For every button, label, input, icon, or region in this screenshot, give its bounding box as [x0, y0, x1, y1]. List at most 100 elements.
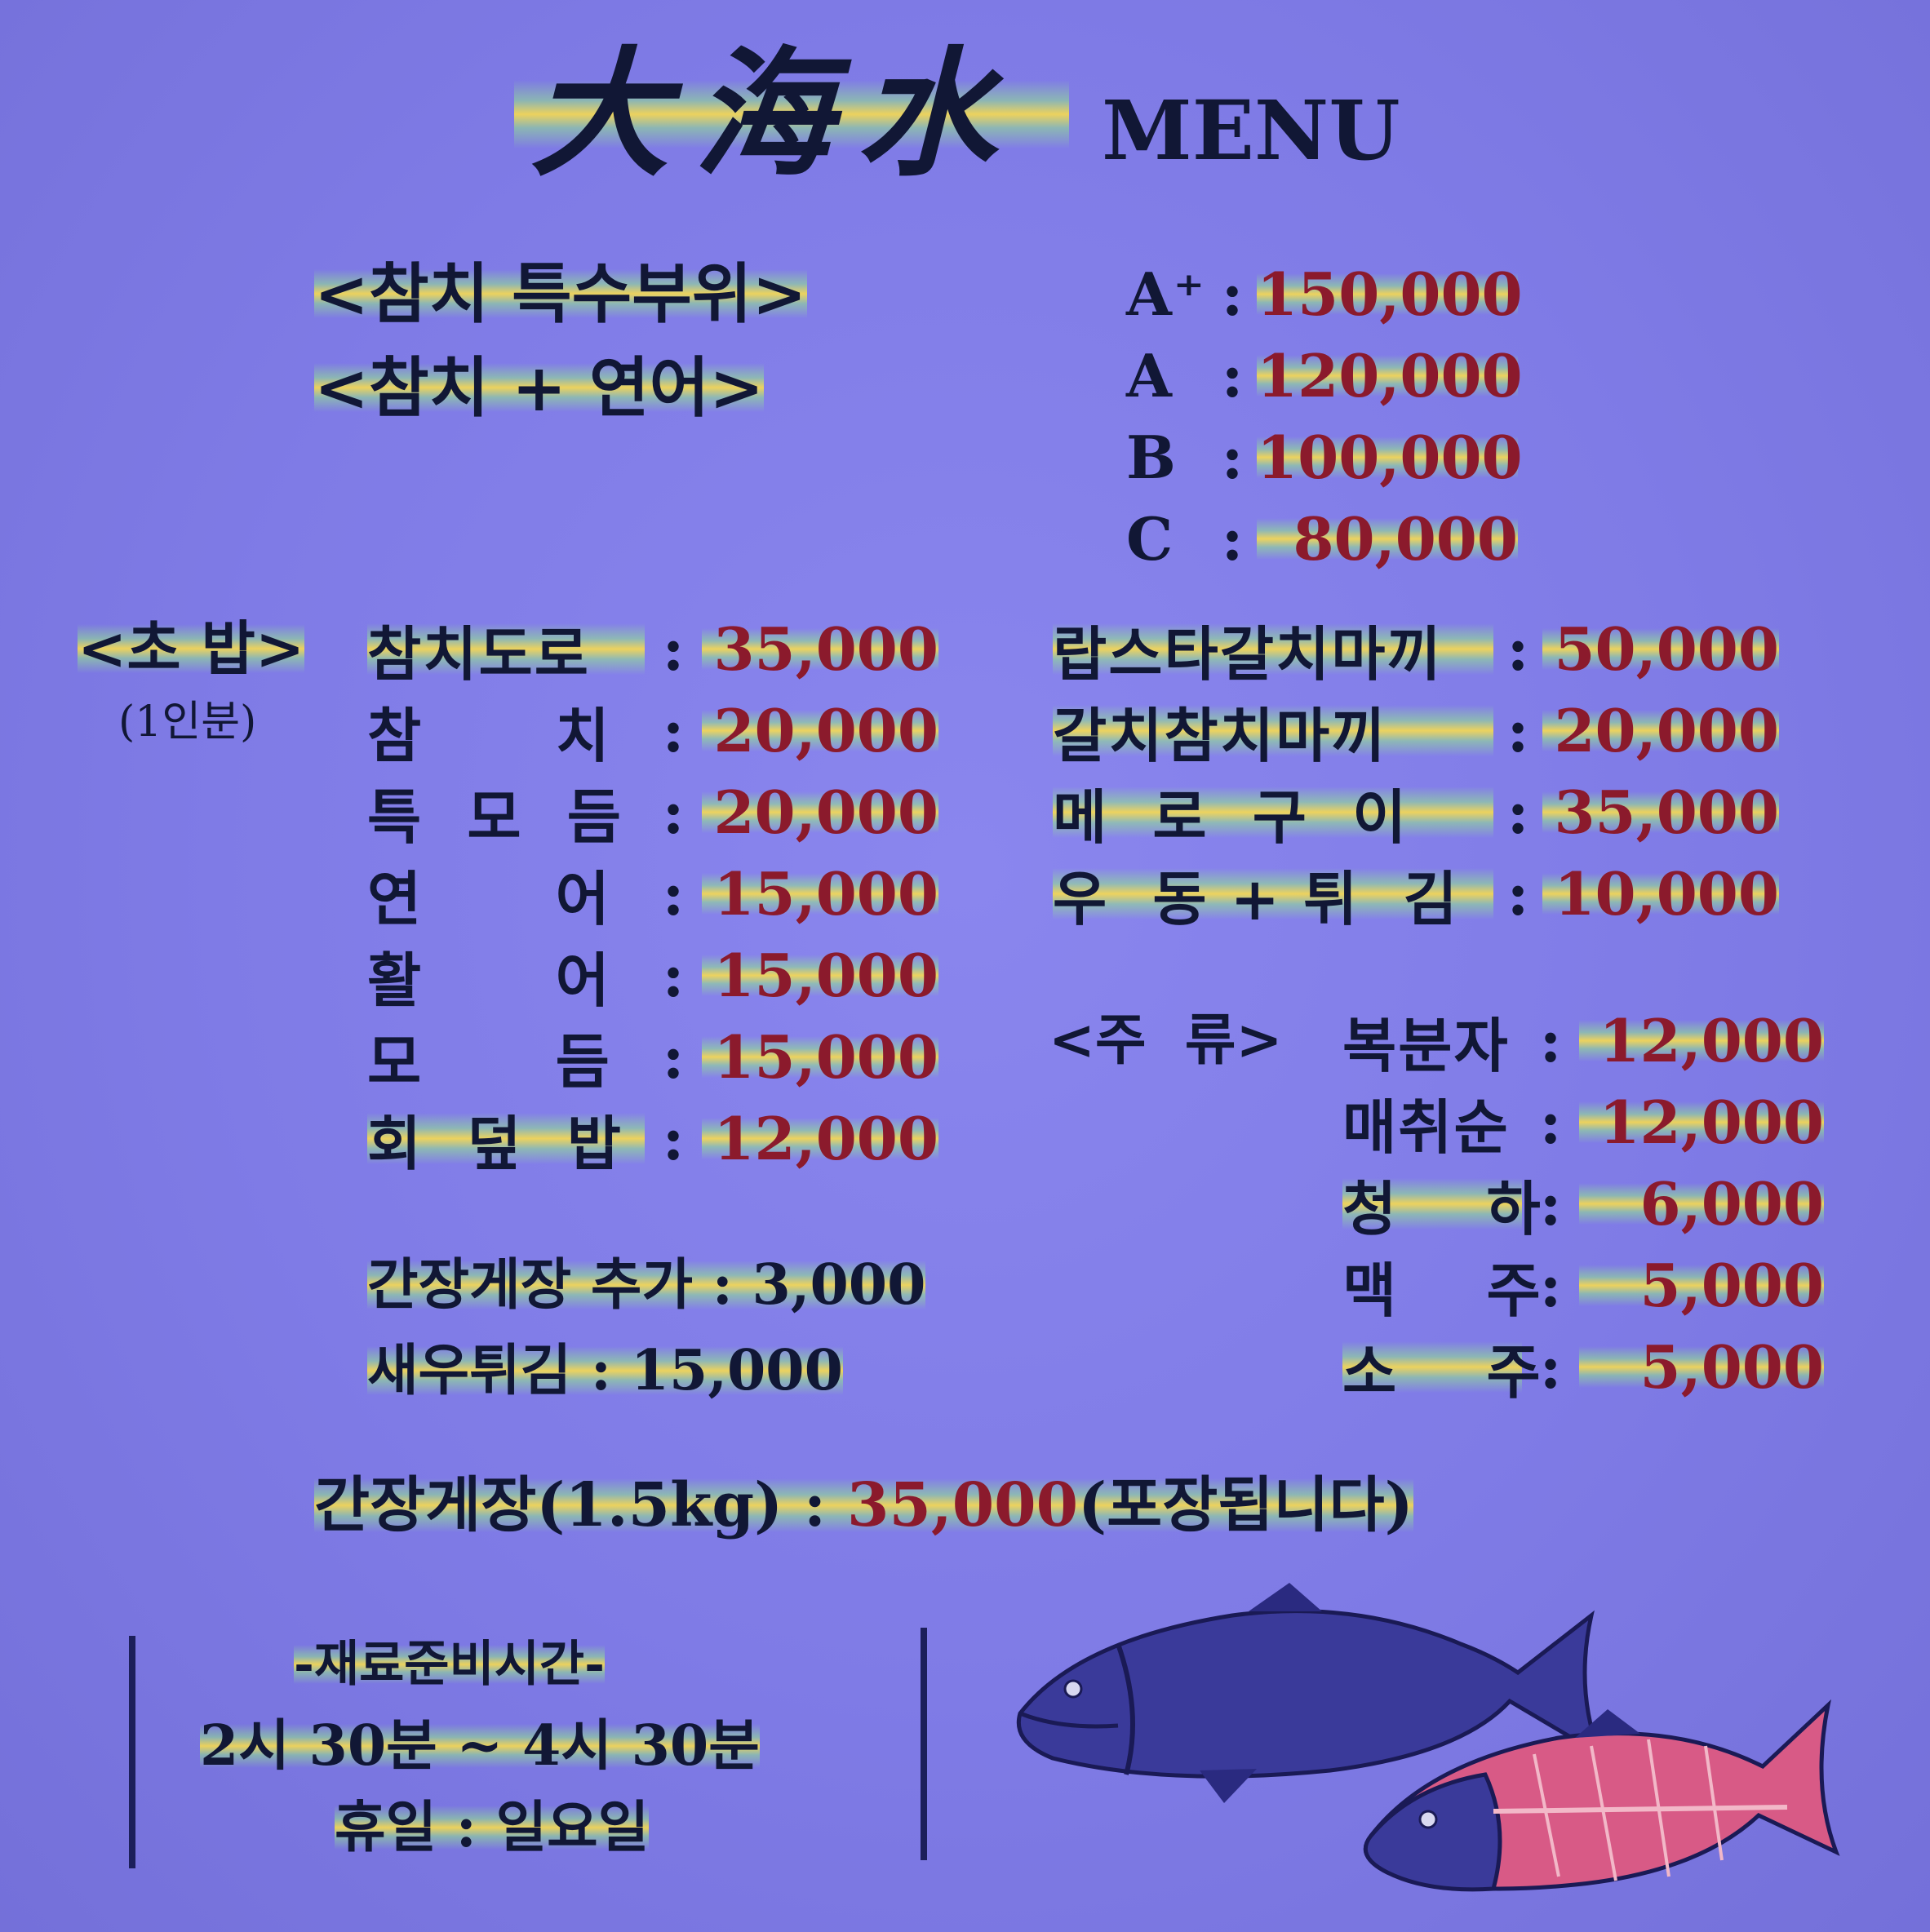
menu-row: 연 어 : 15,000 [367, 853, 938, 934]
drink-price: 6,000 [1579, 1168, 1824, 1239]
menu-item-name: 모 듬 [367, 1026, 611, 1097]
menu-item-price: 12,000 [702, 1103, 938, 1173]
menu-row: 우 동 + 튀 김 : 10,000 [1053, 850, 1779, 937]
colon: : [1506, 777, 1529, 847]
menu-title: MENU [1102, 82, 1400, 179]
colon: : [1506, 614, 1529, 684]
colon: : [1221, 259, 1244, 329]
menu-item-price: 20,000 [702, 777, 938, 847]
menu-item-name: 특 모 듬 [367, 782, 623, 852]
takeout-label: 간장게장(1.5kg) : [314, 1470, 847, 1540]
grade-price: 80,000 [1257, 503, 1518, 574]
hours-right-divider [921, 1628, 927, 1860]
drinks-heading: <주 류> [1049, 1008, 1283, 1073]
menu-item-name: 참치도로 [367, 605, 645, 692]
menu-item-name: 회 덮 밥 [367, 1095, 645, 1181]
colon: : [662, 940, 685, 1010]
drink-name: 맥 주 [1342, 1255, 1542, 1325]
colon: : [662, 1103, 685, 1173]
grade-label: A [1126, 340, 1174, 410]
menu-item-name: 연 어 [367, 863, 611, 933]
menu-item-price: 15,000 [702, 858, 938, 928]
special-item-2: <참치 + 연어> [314, 347, 765, 428]
colon: : [1539, 1332, 1562, 1402]
grade-label: C [1126, 503, 1175, 574]
sushi-heading: <초 밥> [78, 608, 305, 689]
logo-hanja: 大海水 [530, 33, 1021, 196]
drink-row: 소 주 : 5,000 [1342, 1323, 1824, 1410]
colon: : [1539, 1250, 1562, 1320]
colon: : [662, 1021, 685, 1092]
grade-price: 150,000 [1257, 259, 1523, 329]
menu-row: 참치도로 : 35,000 [367, 605, 938, 692]
drinks-list: 복분자 : 12,000 매취순 : 12,000 청 하 : 6,000 맥 … [1342, 999, 1824, 1410]
colon: : [662, 695, 685, 765]
drink-price: 5,000 [1579, 1332, 1824, 1402]
drink-row: 복분자 : 12,000 [1342, 999, 1824, 1081]
drink-price: 5,000 [1579, 1250, 1824, 1320]
grade-label: B [1126, 422, 1178, 492]
grade-row: A⁺ : 150,000 [1126, 253, 1523, 335]
takeout-note: (포장됩니다) [1078, 1470, 1413, 1540]
grade-price: 100,000 [1257, 422, 1523, 492]
takeout-price: 35,000 [846, 1470, 1079, 1540]
colon: : [662, 858, 685, 928]
drink-name: 복분자 [1342, 1010, 1510, 1080]
sushi-subheading: (1인분) [118, 698, 257, 747]
colon: : [1539, 1005, 1562, 1075]
menu-item-price: 10,000 [1542, 858, 1779, 928]
menu-item-name: 갈치참치마끼 [1053, 687, 1493, 773]
colon: : [662, 777, 685, 847]
drink-price: 12,000 [1579, 1005, 1824, 1075]
special-item-1: <참치 특수부위> [314, 253, 807, 335]
grade-row: A : 120,000 [1126, 335, 1523, 416]
menu-item-name: 활 어 [367, 945, 611, 1015]
menu-row: 랍스타갈치마끼 : 50,000 [1053, 605, 1779, 692]
menu-item-price: 15,000 [702, 940, 938, 1010]
hours-left-divider [129, 1636, 135, 1868]
menu-row: 특 모 듬 : 20,000 [367, 771, 938, 853]
grade-row: B : 100,000 [1126, 416, 1523, 498]
extra-item-crab: 간장게장 추가 : 3,000 [367, 1244, 926, 1326]
sushi-list: 참치도로 : 35,000 참 치 : 20,000 특 모 듬 : 20,00… [367, 605, 938, 1181]
menu-item-name: 우 동 + 튀 김 [1053, 850, 1493, 937]
closed-day: 휴일 : 일요일 [335, 1791, 650, 1864]
colon: : [1506, 858, 1529, 928]
grade-row: C : 80,000 [1126, 498, 1518, 579]
menu-item-price: 20,000 [702, 695, 938, 765]
menu-item-price: 15,000 [702, 1021, 938, 1092]
rolls-list: 랍스타갈치마끼 : 50,000 갈치참치마끼 : 20,000 메 로 구 이… [1053, 605, 1779, 937]
drink-row: 매취순 : 12,000 [1342, 1081, 1824, 1163]
menu-item-name: 랍스타갈치마끼 [1053, 605, 1493, 692]
grade-label: A⁺ [1126, 259, 1206, 329]
colon: : [1539, 1087, 1562, 1157]
hours-title: -재료준비시간- [294, 1632, 606, 1697]
menu-item-name: 참 치 [367, 700, 611, 770]
colon: : [1506, 695, 1529, 765]
colon: : [1221, 340, 1244, 410]
colon: : [1539, 1168, 1562, 1239]
menu-item-name: 메 로 구 이 [1053, 769, 1493, 855]
drink-row: 청 하 : 6,000 [1342, 1160, 1824, 1247]
menu-item-price: 35,000 [1542, 777, 1779, 847]
grade-price: 120,000 [1257, 340, 1523, 410]
menu-row: 갈치참치마끼 : 20,000 [1053, 687, 1779, 773]
fish-illustration [1016, 1583, 1840, 1892]
colon: : [1221, 503, 1244, 574]
drink-name: 매취순 [1342, 1092, 1510, 1162]
drink-name: 청 하 [1342, 1160, 1541, 1247]
menu-row: 메 로 구 이 : 35,000 [1053, 769, 1779, 855]
takeout-line: 간장게장(1.5kg) : 35,000(포장됩니다) [314, 1460, 1413, 1550]
drink-row: 맥 주 : 5,000 [1342, 1244, 1824, 1326]
menu-row: 활 어 : 15,000 [367, 934, 938, 1016]
menu-row: 모 듬 : 15,000 [367, 1016, 938, 1097]
extra-item-shrimp: 새우튀김 : 15,000 [367, 1330, 843, 1411]
menu-item-price: 35,000 [702, 614, 938, 684]
menu-item-price: 20,000 [1542, 695, 1779, 765]
drink-price: 12,000 [1579, 1087, 1824, 1157]
menu-item-price: 50,000 [1542, 614, 1779, 684]
colon: : [1221, 422, 1244, 492]
drink-name: 소 주 [1342, 1323, 1541, 1410]
grade-price-list: A⁺ : 150,000 A : 120,000 B : 100,000 C :… [1126, 253, 1523, 579]
colon: : [662, 614, 685, 684]
